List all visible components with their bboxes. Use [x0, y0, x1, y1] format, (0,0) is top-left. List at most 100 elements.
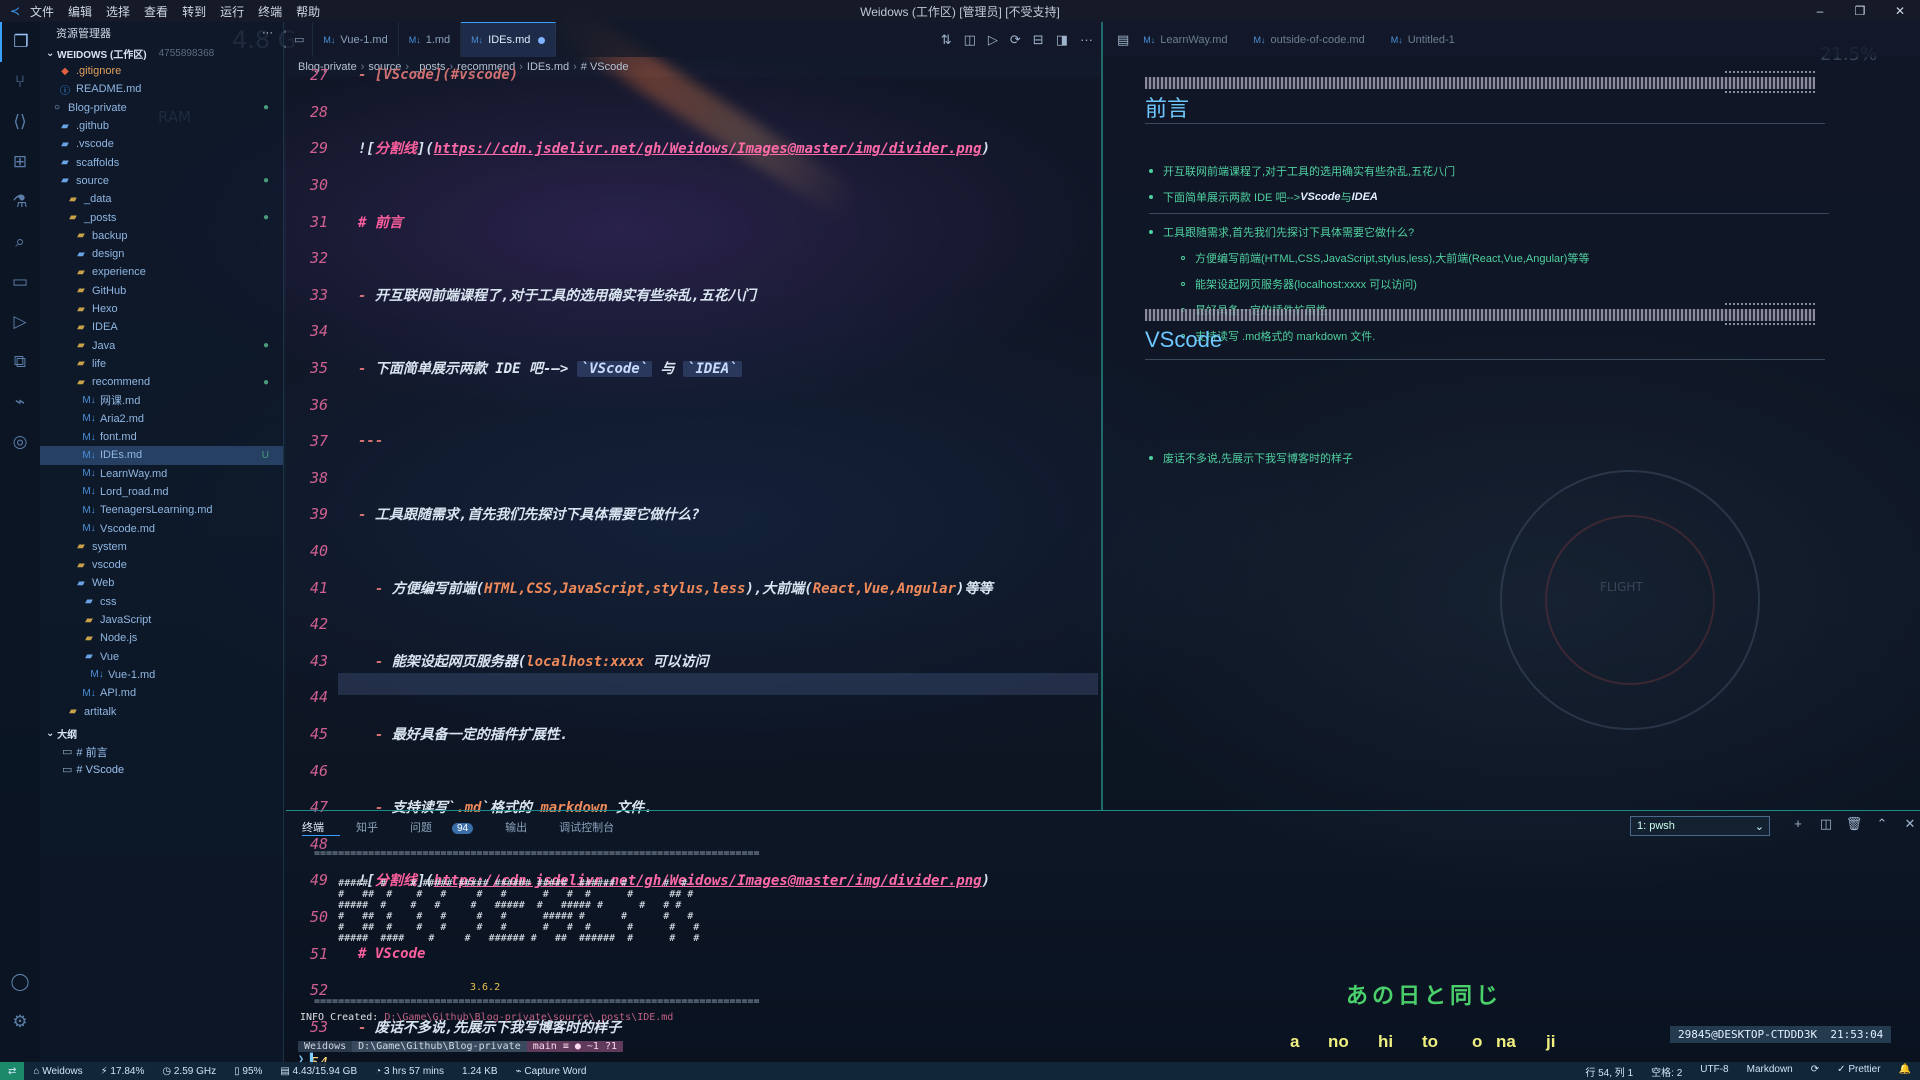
code-line[interactable]: 33- 开互联网前端课程了,对于工具的选用确实有些杂乱,五花八门	[286, 284, 1101, 307]
workspace-root[interactable]: ⌄ WEIDOWS (工作区) 4755898368	[40, 44, 283, 62]
menu-item[interactable]: 查看	[144, 5, 168, 19]
prettier-status[interactable]: ✓ Prettier	[1837, 1064, 1880, 1079]
tree-item-label[interactable]: TeenagersLearning.md	[100, 504, 213, 516]
tree-item-label[interactable]: Web	[92, 577, 114, 589]
extensions-icon[interactable]: ⊞	[0, 142, 40, 182]
tree-item[interactable]: ▰ design	[40, 245, 283, 263]
menu-item[interactable]: 转到	[182, 5, 206, 19]
preview-list-item[interactable]: 方便编写前端(HTML,CSS,JavaScript,stylus,less),…	[1181, 250, 1589, 266]
panel-tab[interactable]: 终端	[302, 819, 340, 836]
panel-tab-label[interactable]: 输出	[505, 822, 527, 834]
code-line[interactable]: 37 ---	[286, 430, 1101, 453]
folder-icon[interactable]: ▰	[74, 322, 88, 333]
code-text[interactable]: - 方便编写前端(HTML,CSS,JavaScript,stylus,less…	[338, 578, 993, 598]
preview-tab[interactable]: M↓ outside-of-code.md	[1254, 34, 1365, 46]
preview-text[interactable]: 工具跟随需求,首先我们先探讨下具体需要它做什么?	[1163, 224, 1414, 240]
folder-icon[interactable]: ▰	[74, 560, 88, 571]
bullet-icon[interactable]	[1149, 456, 1153, 460]
tree-item-badge[interactable]: ●	[263, 340, 269, 351]
code-text[interactable]: - 工具跟随需求,首先我们先探讨下具体需要它做什么?	[338, 504, 700, 524]
markdown-file-icon[interactable]: M↓	[1391, 35, 1403, 45]
markdown-file-icon[interactable]: M↓	[82, 432, 96, 443]
folder-icon[interactable]: ▰	[66, 212, 80, 223]
panel-tab[interactable]: 知乎	[356, 819, 394, 835]
line-number[interactable]: 28	[286, 103, 338, 121]
markdown-file-icon[interactable]: M↓	[409, 35, 421, 45]
tree-item[interactable]: ○ Blog-private ●	[40, 99, 283, 117]
line-number[interactable]: 46	[286, 762, 338, 780]
lyric-romaji[interactable]: o	[1472, 1032, 1482, 1052]
compare-icon[interactable]: ⇅	[941, 32, 952, 48]
prompt-segment[interactable]: main ≡ ● ~1 ?1	[526, 1041, 624, 1052]
markdown-file-icon[interactable]: M↓	[82, 505, 96, 516]
preview-text[interactable]: 与	[1341, 189, 1352, 205]
code-text[interactable]: ![分割线](https://cdn.jsdelivr.net/gh/Weido…	[338, 138, 990, 158]
remote-button[interactable]: ⇄	[0, 1062, 25, 1080]
line-number[interactable]: 34	[286, 322, 338, 340]
tree-item[interactable]: ▰ .vscode	[40, 135, 283, 153]
tree-item[interactable]: ▰ scaffolds	[40, 153, 283, 171]
tree-item[interactable]: M↓ LearnWay.md	[40, 465, 283, 483]
tree-item[interactable]: ▰ Hexo	[40, 300, 283, 318]
tree-item[interactable]: ▰ source ●	[40, 172, 283, 190]
line-number[interactable]: 36	[286, 396, 338, 414]
tree-item[interactable]: M↓ API.md	[40, 684, 283, 702]
line-number[interactable]: 35	[286, 359, 338, 377]
tree-item[interactable]: ▰ experience	[40, 263, 283, 281]
tree-item-label[interactable]: experience	[92, 266, 146, 278]
tree-item[interactable]: ▰ system	[40, 538, 283, 556]
cursor-position[interactable]: 行 54, 列 1	[1585, 1064, 1633, 1079]
code-line[interactable]: 46	[286, 759, 1101, 782]
code-line[interactable]: 40	[286, 540, 1101, 563]
more-icon[interactable]: ···	[1080, 32, 1093, 47]
folder-icon[interactable]: ▰	[82, 633, 96, 644]
line-number[interactable]: 30	[286, 176, 338, 194]
bullet-icon[interactable]	[1181, 256, 1185, 260]
folder-icon[interactable]: ▰	[74, 541, 88, 552]
line-number[interactable]: 45	[286, 725, 338, 743]
code-line[interactable]: 45 - 最好具备一定的插件扩展性.	[286, 723, 1101, 746]
tree-item[interactable]: ▰ recommend ●	[40, 373, 283, 391]
tree-item[interactable]: M↓ IDEs.md U	[40, 446, 283, 465]
tree-item-label[interactable]: .gitignore	[76, 65, 121, 77]
tree-item[interactable]: ▰ Java ●	[40, 336, 283, 354]
markdown-preview[interactable]: 前言 开互联网前端课程了,对于工具的选用确实有些杂乱,五花八门 下面简单展示两款 …	[1103, 57, 1920, 810]
tree-item-label[interactable]: _data	[84, 193, 112, 205]
editor-tab[interactable]: M↓ Vue-1.md	[313, 22, 399, 57]
panel-tab[interactable]: 调试控制台	[559, 819, 630, 835]
split-editor-icon[interactable]: ◨	[1056, 32, 1068, 48]
split-terminal-icon[interactable]: ◫	[1812, 816, 1840, 832]
code-text[interactable]: ---	[338, 433, 383, 449]
bullet-icon[interactable]	[1149, 195, 1153, 199]
tree-item-label[interactable]: _posts	[84, 212, 116, 224]
heading-icon[interactable]: ▭	[62, 763, 72, 776]
bullet-icon[interactable]	[1181, 282, 1185, 286]
line-number[interactable]: 38	[286, 469, 338, 487]
tree-item-label[interactable]: backup	[92, 230, 127, 242]
line-number[interactable]: 31	[286, 213, 338, 231]
bell-icon[interactable]: 🔔	[1899, 1064, 1911, 1079]
outline-item-label[interactable]: # VScode	[76, 764, 124, 776]
outline-header[interactable]: ⌄ 大纲	[40, 725, 283, 743]
tree-item-label[interactable]: Node.js	[100, 632, 137, 644]
code-line[interactable]: 30	[286, 174, 1101, 197]
tree-item[interactable]: ▰ Web	[40, 574, 283, 592]
markdown-file-icon[interactable]: M↓	[90, 669, 104, 680]
markdown-file-icon[interactable]: M↓	[82, 468, 96, 479]
code-icon[interactable]: ⟨⟩	[0, 102, 40, 142]
markdown-file-icon[interactable]: M↓	[1143, 35, 1155, 45]
lyric-romaji[interactable]: na	[1496, 1032, 1516, 1052]
tree-item-label[interactable]: Hexo	[92, 303, 118, 315]
tree-item[interactable]: M↓ 网课.md	[40, 391, 283, 409]
tree-item[interactable]: ▰ vscode	[40, 556, 283, 574]
panel-tab-label[interactable]: 知乎	[356, 822, 378, 834]
bullet-icon[interactable]	[1149, 169, 1153, 173]
markdown-file-icon[interactable]: M↓	[82, 413, 96, 424]
editor-tab[interactable]: M↓ IDEs.md	[461, 22, 557, 57]
tree-item-label[interactable]: artitalk	[84, 706, 116, 718]
folder-icon[interactable]: ▰	[58, 157, 72, 168]
split-icon[interactable]: ▭	[286, 22, 314, 57]
gear-icon[interactable]: ⚙	[0, 1002, 40, 1042]
capture-word-button[interactable]: ⌁ Capture Word	[516, 1066, 587, 1077]
outline-item[interactable]: ▭ # VScode	[40, 761, 283, 779]
